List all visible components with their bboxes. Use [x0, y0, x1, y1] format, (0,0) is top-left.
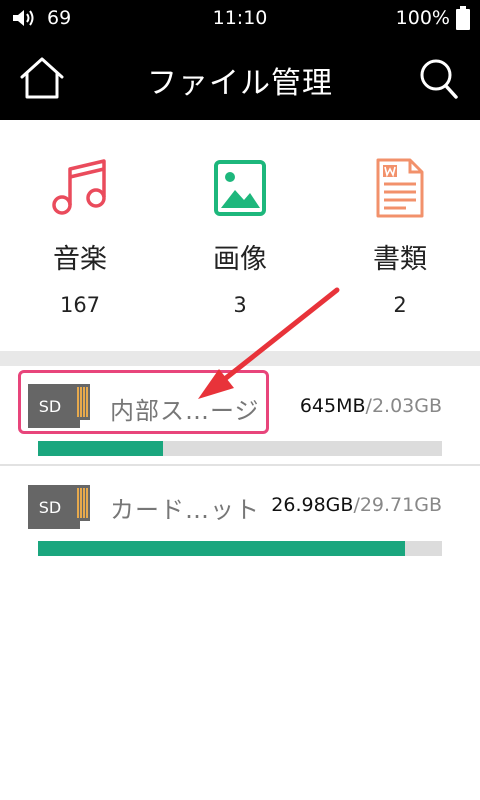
storage-usage: 645MB/2.03GB — [300, 395, 442, 417]
image-icon — [214, 160, 266, 216]
search-icon[interactable] — [419, 58, 459, 100]
storage-progress-bar — [38, 541, 442, 556]
storage-progress-bar — [38, 441, 442, 456]
category-documents[interactable]: 書類 2 — [320, 120, 480, 352]
category-images[interactable]: 画像 3 — [160, 120, 320, 352]
category-count: 3 — [233, 293, 247, 317]
category-count: 2 — [393, 293, 407, 317]
category-music[interactable]: 音楽 167 — [0, 120, 160, 352]
storage-progress-fill — [38, 541, 405, 556]
storage-total: 29.71GB — [359, 494, 442, 516]
music-note-icon — [52, 159, 106, 215]
app-header: ファイル管理 — [0, 36, 480, 120]
document-icon — [376, 158, 424, 218]
status-bar: 69 11:10 100% — [0, 0, 480, 36]
battery-icon — [456, 6, 470, 30]
storage-usage: 26.98GB/29.71GB — [271, 494, 442, 516]
sd-label: SD — [39, 498, 61, 517]
storage-name: カード…ット — [110, 496, 260, 524]
storage-progress-fill — [38, 441, 164, 456]
section-divider — [0, 351, 480, 366]
sd-card-icon: SD — [28, 485, 90, 529]
category-count: 167 — [59, 293, 101, 317]
storage-total: 2.03GB — [371, 395, 442, 417]
battery-percent: 100% — [395, 7, 450, 29]
category-label: 書類 — [373, 244, 427, 275]
page-title: ファイル管理 — [147, 66, 333, 101]
storage-sd-card[interactable]: SD カード…ット 26.98GB/29.71GB — [0, 466, 480, 566]
storage-used: 645MB — [299, 395, 366, 417]
category-grid: 音楽 167 画像 3 書類 2 — [0, 120, 480, 352]
annotation-highlight-box — [18, 370, 269, 434]
category-label: 音楽 — [53, 244, 107, 275]
storage-used: 26.98GB — [271, 494, 354, 516]
category-label: 画像 — [213, 244, 267, 275]
